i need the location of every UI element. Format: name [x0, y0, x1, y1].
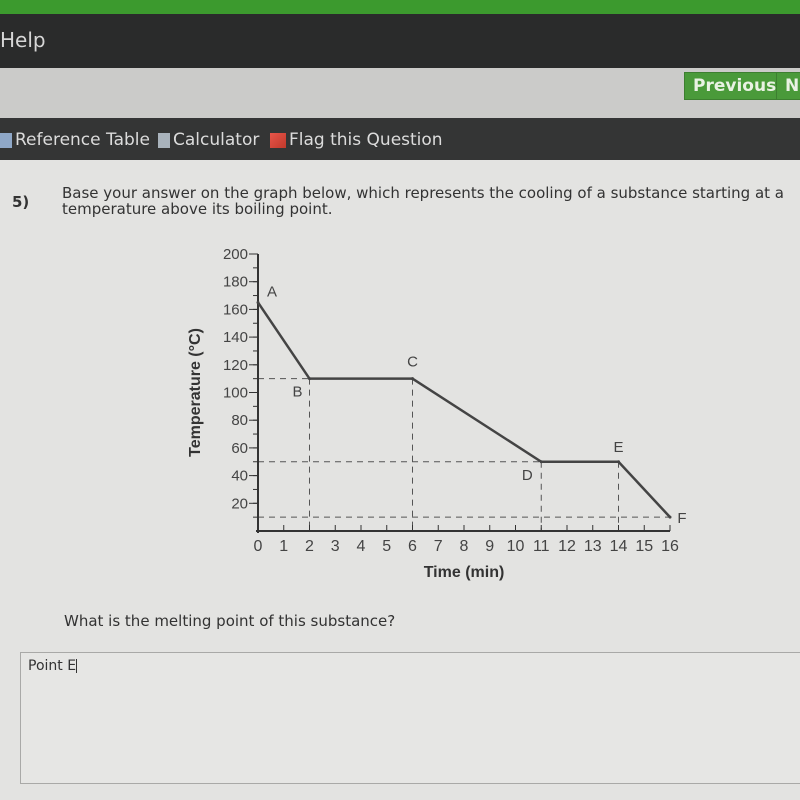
cooling-curve-line — [256, 301, 671, 519]
question-number: 5) — [12, 193, 30, 211]
data-point — [411, 377, 414, 381]
question-prompt: What is the melting point of this substa… — [64, 612, 396, 630]
data-point — [308, 377, 311, 381]
x-tick-label: 4 — [357, 538, 366, 555]
top-menu-bar — [0, 14, 800, 70]
help-link[interactable]: Help — [0, 28, 46, 52]
x-tick-label: 15 — [635, 538, 653, 555]
y-tick-label: 100 — [223, 385, 248, 402]
text-caret — [76, 659, 78, 673]
x-tick-label: 11 — [533, 538, 550, 555]
y-tick-label: 20 — [231, 495, 248, 512]
next-button[interactable]: Next — [776, 72, 800, 100]
x-tick-label: 8 — [460, 538, 469, 555]
y-tick-label: 80 — [231, 412, 248, 429]
y-tick-label: 140 — [223, 329, 248, 346]
x-tick-label: 0 — [254, 538, 263, 555]
x-tick-label: 2 — [305, 538, 314, 555]
data-point — [617, 460, 620, 464]
y-tick-label: 160 — [223, 301, 248, 318]
y-tick-label: 60 — [231, 440, 248, 457]
x-tick-label: 12 — [558, 538, 576, 555]
flag-icon — [270, 132, 286, 148]
navigation-bar — [0, 68, 800, 118]
data-point — [668, 515, 672, 519]
answer-textarea[interactable]: Point E — [20, 652, 800, 784]
x-tick-label: 10 — [507, 538, 525, 555]
x-tick-label: 1 — [279, 538, 288, 555]
point-label: D — [522, 467, 533, 484]
answer-value: Point E — [28, 658, 77, 674]
point-label: F — [677, 510, 686, 527]
reference-table-label: Reference Table — [15, 130, 150, 150]
x-tick-label: 3 — [331, 538, 340, 555]
calculator-button[interactable]: Calculator — [158, 130, 259, 150]
question-text: Base your answer on the graph below, whi… — [62, 184, 784, 218]
y-axis-label: Temperature (°C) — [187, 328, 204, 457]
table-icon — [0, 132, 12, 148]
x-tick-label: 5 — [382, 538, 391, 555]
y-tick-label: 180 — [223, 274, 248, 291]
previous-button[interactable]: Previous — [684, 72, 786, 100]
x-axis-label: Time (min) — [424, 564, 505, 581]
flag-question-label: Flag this Question — [289, 130, 443, 150]
point-label: E — [613, 439, 623, 456]
calculator-icon — [158, 132, 170, 148]
point-label: B — [292, 384, 302, 401]
x-tick-label: 7 — [434, 538, 443, 555]
y-tick-label: 120 — [223, 357, 248, 374]
y-tick-label: 40 — [231, 468, 248, 485]
x-tick-label: 6 — [408, 538, 417, 555]
data-point — [539, 460, 543, 464]
y-tick-label: 200 — [223, 246, 248, 263]
reference-table-button[interactable]: Reference Table — [0, 130, 150, 150]
flag-question-button[interactable]: Flag this Question — [270, 130, 443, 150]
cooling-curve-chart: 204060801001201401601802000 1 2 3 4 5 6 7 8 9 10 11… — [187, 246, 687, 581]
calculator-label: Calculator — [173, 130, 260, 150]
x-tick-label: 16 — [661, 538, 679, 555]
point-label: C — [407, 354, 418, 371]
x-tick-label: 14 — [610, 538, 628, 555]
point-label: A — [267, 283, 277, 300]
data-point — [256, 300, 260, 304]
x-tick-label: 13 — [584, 538, 602, 555]
x-tick-label: 9 — [485, 538, 494, 555]
